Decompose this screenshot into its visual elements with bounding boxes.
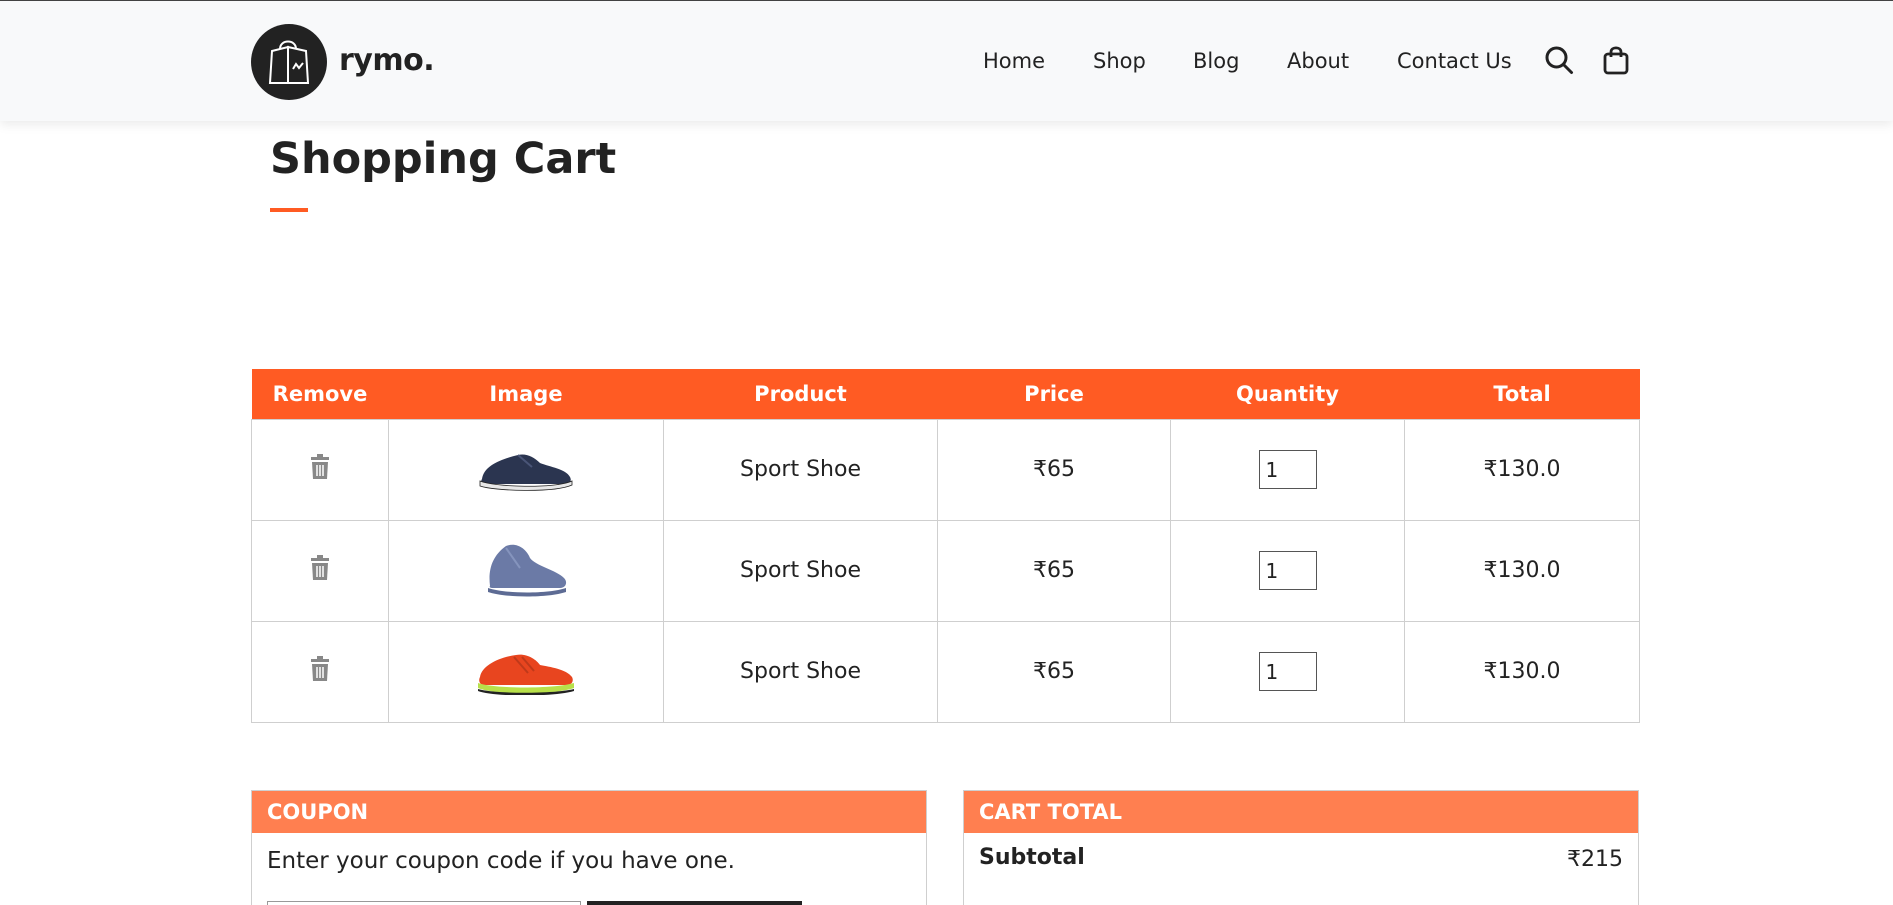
total-cell: ₹130.0 [1404, 519, 1640, 622]
blue-grey-sport-shoe-image [488, 544, 567, 596]
nav-home[interactable]: Home [983, 49, 1045, 73]
subtotal-label: Subtotal [979, 845, 1085, 870]
table-row: Sport Shoe ₹65 ₹130.0 [251, 519, 1640, 622]
quantity-cell [1170, 418, 1405, 521]
total-cell: ₹130.0 [1404, 418, 1640, 521]
product-cell[interactable]: Sport Shoe [663, 418, 938, 521]
table-row: Sport Shoe ₹65 ₹130.0 [251, 620, 1640, 723]
site-header: rymo. Home Shop Blog About Contact Us [0, 1, 1893, 121]
trash-icon[interactable] [309, 554, 331, 581]
total-cell: ₹130.0 [1404, 620, 1640, 723]
cart-total-section: CART TOTAL Subtotal ₹215 [963, 790, 1639, 905]
orange-sport-shoe-image [478, 654, 574, 695]
price-cell: ₹65 [937, 418, 1171, 521]
trash-icon[interactable] [309, 453, 331, 480]
shopping-bag-icon[interactable] [1601, 45, 1631, 75]
logo[interactable] [251, 24, 327, 100]
column-header-image: Image [388, 369, 664, 419]
image-cell [388, 519, 664, 622]
column-header-remove: Remove [251, 369, 389, 419]
title-underline [270, 208, 308, 212]
quantity-input[interactable] [1258, 450, 1317, 489]
product-cell[interactable]: Sport Shoe [663, 620, 938, 723]
coupon-heading: COUPON [252, 791, 926, 833]
quantity-cell [1170, 620, 1405, 723]
nav-contact-us[interactable]: Contact Us [1397, 49, 1512, 73]
search-icon[interactable] [1544, 45, 1574, 75]
coupon-description: Enter your coupon code if you have one. [267, 848, 735, 874]
column-header-price: Price [937, 369, 1171, 419]
nav-blog[interactable]: Blog [1193, 49, 1239, 73]
coupon-code-input[interactable] [267, 901, 581, 905]
remove-cell [251, 519, 389, 622]
table-row: Sport Shoe ₹65 ₹130.0 [251, 418, 1640, 521]
cart-table: Remove Image Product Price Quantity Tota… [251, 369, 1640, 723]
price-cell: ₹65 [937, 620, 1171, 723]
nav-shop[interactable]: Shop [1093, 49, 1146, 73]
remove-cell [251, 620, 389, 723]
navy-sport-shoe-image [479, 453, 573, 491]
column-header-product: Product [663, 369, 938, 419]
column-header-quantity: Quantity [1170, 369, 1405, 419]
remove-cell [251, 418, 389, 521]
cart-header-row: Remove Image Product Price Quantity Tota… [251, 369, 1640, 419]
subtotal-value: ₹215 [1567, 847, 1623, 872]
shopping-bag-logo-icon [268, 40, 310, 84]
column-header-total: Total [1404, 369, 1640, 419]
product-cell[interactable]: Sport Shoe [663, 519, 938, 622]
quantity-input[interactable] [1258, 652, 1317, 691]
coupon-section: COUPON Enter your coupon code if you hav… [251, 790, 927, 905]
apply-coupon-button[interactable] [587, 901, 802, 905]
price-cell: ₹65 [937, 519, 1171, 622]
quantity-input[interactable] [1258, 551, 1317, 590]
page-title: Shopping Cart [270, 134, 617, 184]
image-cell [388, 620, 664, 723]
trash-icon[interactable] [309, 655, 331, 682]
cart-total-heading: CART TOTAL [964, 791, 1638, 833]
quantity-cell [1170, 519, 1405, 622]
image-cell [388, 418, 664, 521]
brand-name[interactable]: rymo. [339, 43, 435, 78]
nav-about[interactable]: About [1287, 49, 1349, 73]
